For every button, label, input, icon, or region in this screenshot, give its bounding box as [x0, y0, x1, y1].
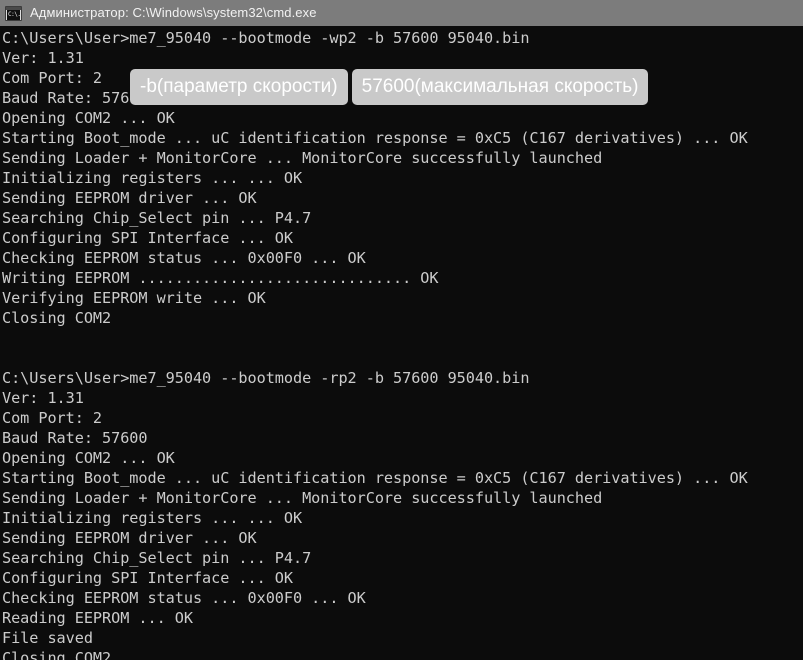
cmd-window: C:\. Администратор: C:\Windows\system32\… — [0, 0, 803, 660]
title-icon-prompt-glyph: C:\. — [7, 9, 20, 20]
console-output-area[interactable]: C:\Users\User>me7_95040 --bootmode -wp2 … — [0, 26, 803, 660]
console-text: C:\Users\User>me7_95040 --bootmode -wp2 … — [2, 29, 748, 660]
cmd-console-icon: C:\. — [5, 5, 22, 21]
title-bar[interactable]: C:\. Администратор: C:\Windows\system32\… — [0, 0, 803, 26]
window-title: Администратор: C:\Windows\system32\cmd.e… — [30, 5, 317, 20]
